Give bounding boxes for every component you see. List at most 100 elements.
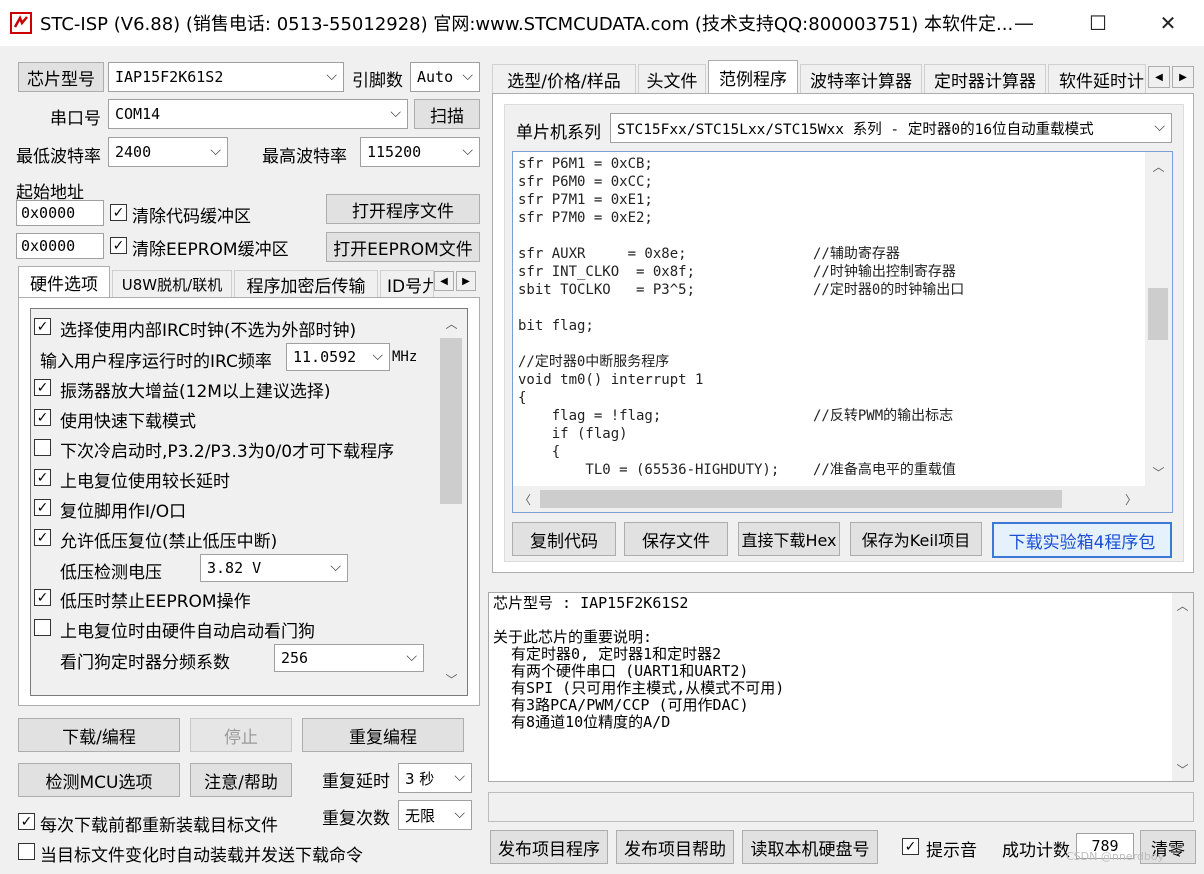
repeat-delay-label: 重复延时 (322, 772, 390, 792)
chevron-up-icon[interactable]: ︿ (1145, 156, 1172, 176)
wdt-checkbox[interactable] (34, 619, 51, 636)
chevron-up-icon[interactable]: ︿ (1172, 596, 1193, 614)
tab-selection-price[interactable]: 选型/价格/样品 (492, 64, 636, 94)
reset-io-checkbox[interactable]: ✓ (34, 499, 51, 516)
publish-program-button[interactable]: 发布项目程序 (490, 830, 608, 864)
irc-checkbox[interactable]: ✓ (34, 318, 51, 335)
chevron-down-icon: ⌵ (210, 143, 221, 160)
chip-info-text: 芯片型号 : IAP15F2K61S2 关于此芯片的重要说明: 有定时器0, 定时… (488, 592, 1194, 782)
reset-io-label: 复位脚用作I/O口 (60, 502, 187, 522)
tab-hardware-options[interactable]: 硬件选项 (18, 266, 110, 298)
code-vscroll-thumb[interactable] (1148, 288, 1168, 340)
wdt-div-select[interactable]: 256 ⌵ (274, 644, 424, 672)
read-disk-id-button[interactable]: 读取本机硬盘号 (742, 830, 878, 864)
minimize-button[interactable]: — (1004, 8, 1044, 38)
max-baud-select[interactable]: 115200 ⌵ (360, 137, 480, 167)
min-baud-label: 最低波特率 (16, 147, 101, 167)
download-button[interactable]: 下载/编程 (18, 718, 180, 752)
mcu-series-select[interactable]: STC15Fxx/STC15Lxx/STC15Wxx 系列 - 定时器0的16位… (610, 113, 1172, 143)
code-address-input[interactable]: 0x0000 (16, 200, 104, 226)
lv-select[interactable]: 3.82 V ⌵ (200, 554, 348, 582)
irc-freq-select[interactable]: 11.0592 ⌵ (286, 343, 390, 371)
chevron-down-icon: ⌵ (1154, 119, 1165, 136)
code-line: if (flag) (518, 426, 628, 442)
stop-button[interactable]: 停止 (190, 718, 292, 752)
repeat-count-select[interactable]: 无限 ⌵ (398, 800, 472, 830)
mcu-series-value: STC15Fxx/STC15Lxx/STC15Wxx 系列 - 定时器0的16位… (617, 121, 1094, 138)
chevron-left-icon[interactable]: 〈 (514, 488, 536, 510)
info-line: 芯片型号 : IAP15F2K61S2 (493, 594, 689, 612)
reload-checkbox[interactable]: ✓ (18, 813, 35, 830)
long-reset-checkbox[interactable]: ✓ (34, 469, 51, 486)
scan-button[interactable]: 扫描 (414, 99, 480, 129)
code-text[interactable]: sfr P6M1 = 0xCB; sfr P6M0 = 0xCC; sfr P7M1… (514, 153, 1142, 485)
fast-download-checkbox[interactable]: ✓ (34, 409, 51, 426)
right-tab-scroll-right-button[interactable]: ▶ (1172, 66, 1194, 88)
publish-help-button[interactable]: 发布项目帮助 (616, 830, 734, 864)
close-button[interactable]: ✕ (1148, 8, 1188, 38)
tab-example-program[interactable]: 范例程序 (708, 60, 798, 94)
beep-checkbox[interactable]: ✓ (902, 838, 919, 855)
chevron-right-icon[interactable]: 〉 (1120, 488, 1142, 510)
osc-gain-checkbox[interactable]: ✓ (34, 379, 51, 396)
tab-id[interactable]: ID号九 (380, 270, 434, 298)
autoload-checkbox[interactable] (18, 843, 35, 860)
window-title: STC-ISP (V6.88) (销售电话: 0513-55012928) 官网… (40, 14, 1014, 35)
min-baud-select[interactable]: 2400 ⌵ (108, 137, 228, 167)
tab-scroll-right-button[interactable]: ▶ (456, 271, 476, 291)
tab-header-file[interactable]: 头文件 (638, 64, 706, 94)
code-hscroll-thumb[interactable] (540, 490, 1062, 508)
tab-u8w[interactable]: U8W脱机/联机 (112, 270, 232, 298)
beep-label: 提示音 (926, 841, 977, 861)
save-file-button[interactable]: 保存文件 (624, 522, 728, 556)
info-scrollbar[interactable] (1172, 593, 1193, 781)
tab-encrypt[interactable]: 程序加密后传输 (234, 270, 378, 298)
repeat-count-value: 无限 (405, 806, 436, 825)
code-line: bit flag; (518, 318, 594, 334)
chevron-down-icon: ⌵ (390, 105, 401, 122)
scrollbar-thumb[interactable] (440, 338, 462, 504)
tab-scroll-left-button[interactable]: ◀ (434, 271, 454, 291)
wdt-div-label: 看门狗定时器分频系数 (60, 653, 230, 673)
pin-count-select[interactable]: Auto ⌵ (410, 62, 480, 92)
port-select[interactable]: COM14 ⌵ (108, 99, 408, 129)
eeprom-address-input[interactable]: 0x0000 (16, 233, 104, 259)
clear-code-checkbox[interactable]: ✓ (110, 204, 127, 221)
save-keil-project-button[interactable]: 保存为Keil项目 (850, 522, 982, 556)
clear-code-label: 清除代码缓冲区 (132, 207, 251, 227)
help-button[interactable]: 注意/帮助 (190, 763, 292, 797)
copy-code-button[interactable]: 复制代码 (512, 522, 616, 556)
repeat-delay-select[interactable]: 3 秒 ⌵ (398, 763, 472, 793)
chip-model-button[interactable]: 芯片型号 (18, 62, 104, 92)
tab-software-delay[interactable]: 软件延时计 (1048, 64, 1146, 94)
open-eeprom-button[interactable]: 打开EEPROM文件 (326, 232, 480, 262)
chip-model-select[interactable]: IAP15F2K61S2 ⌵ (108, 62, 344, 92)
right-tab-scroll-left-button[interactable]: ◀ (1148, 66, 1170, 88)
chevron-down-icon[interactable]: ﹀ (1145, 462, 1172, 482)
chevron-down-icon[interactable]: ﹀ (1172, 760, 1193, 778)
repeat-delay-value: 3 秒 (405, 769, 435, 788)
maximize-button[interactable]: ☐ (1078, 8, 1118, 38)
chevron-up-icon[interactable]: ︿ (436, 312, 467, 334)
chevron-down-icon[interactable]: ﹀ (436, 668, 467, 690)
download-kit-button[interactable]: 下载实验箱4程序包 (992, 522, 1172, 558)
info-line: 有两个硬件串口 (UART1和UART2) (493, 662, 749, 680)
tab-timer-calc[interactable]: 定时器计算器 (924, 64, 1046, 94)
irc-freq-value: 11.0592 (293, 348, 357, 366)
long-reset-label: 上电复位使用较长延时 (60, 472, 230, 492)
lv-eeprom-checkbox[interactable]: ✓ (34, 589, 51, 606)
check-mcu-button[interactable]: 检测MCU选项 (18, 763, 180, 797)
reprogram-button[interactable]: 重复编程 (302, 718, 464, 752)
max-baud-value: 115200 (367, 143, 422, 161)
clear-eeprom-checkbox[interactable]: ✓ (110, 237, 127, 254)
code-line: sfr AUXR = 0x8e; //辅助寄存器 (518, 246, 900, 262)
direct-download-hex-button[interactable]: 直接下载Hex (738, 522, 840, 556)
code-line: flag = !flag; //反转PWM的输出标志 (518, 408, 954, 424)
lv-label: 低压检测电压 (60, 563, 162, 583)
cold-boot-checkbox[interactable] (34, 439, 51, 456)
open-program-button[interactable]: 打开程序文件 (326, 194, 480, 224)
lvr-checkbox[interactable]: ✓ (34, 529, 51, 546)
tab-baud-calc[interactable]: 波特率计算器 (800, 64, 922, 94)
